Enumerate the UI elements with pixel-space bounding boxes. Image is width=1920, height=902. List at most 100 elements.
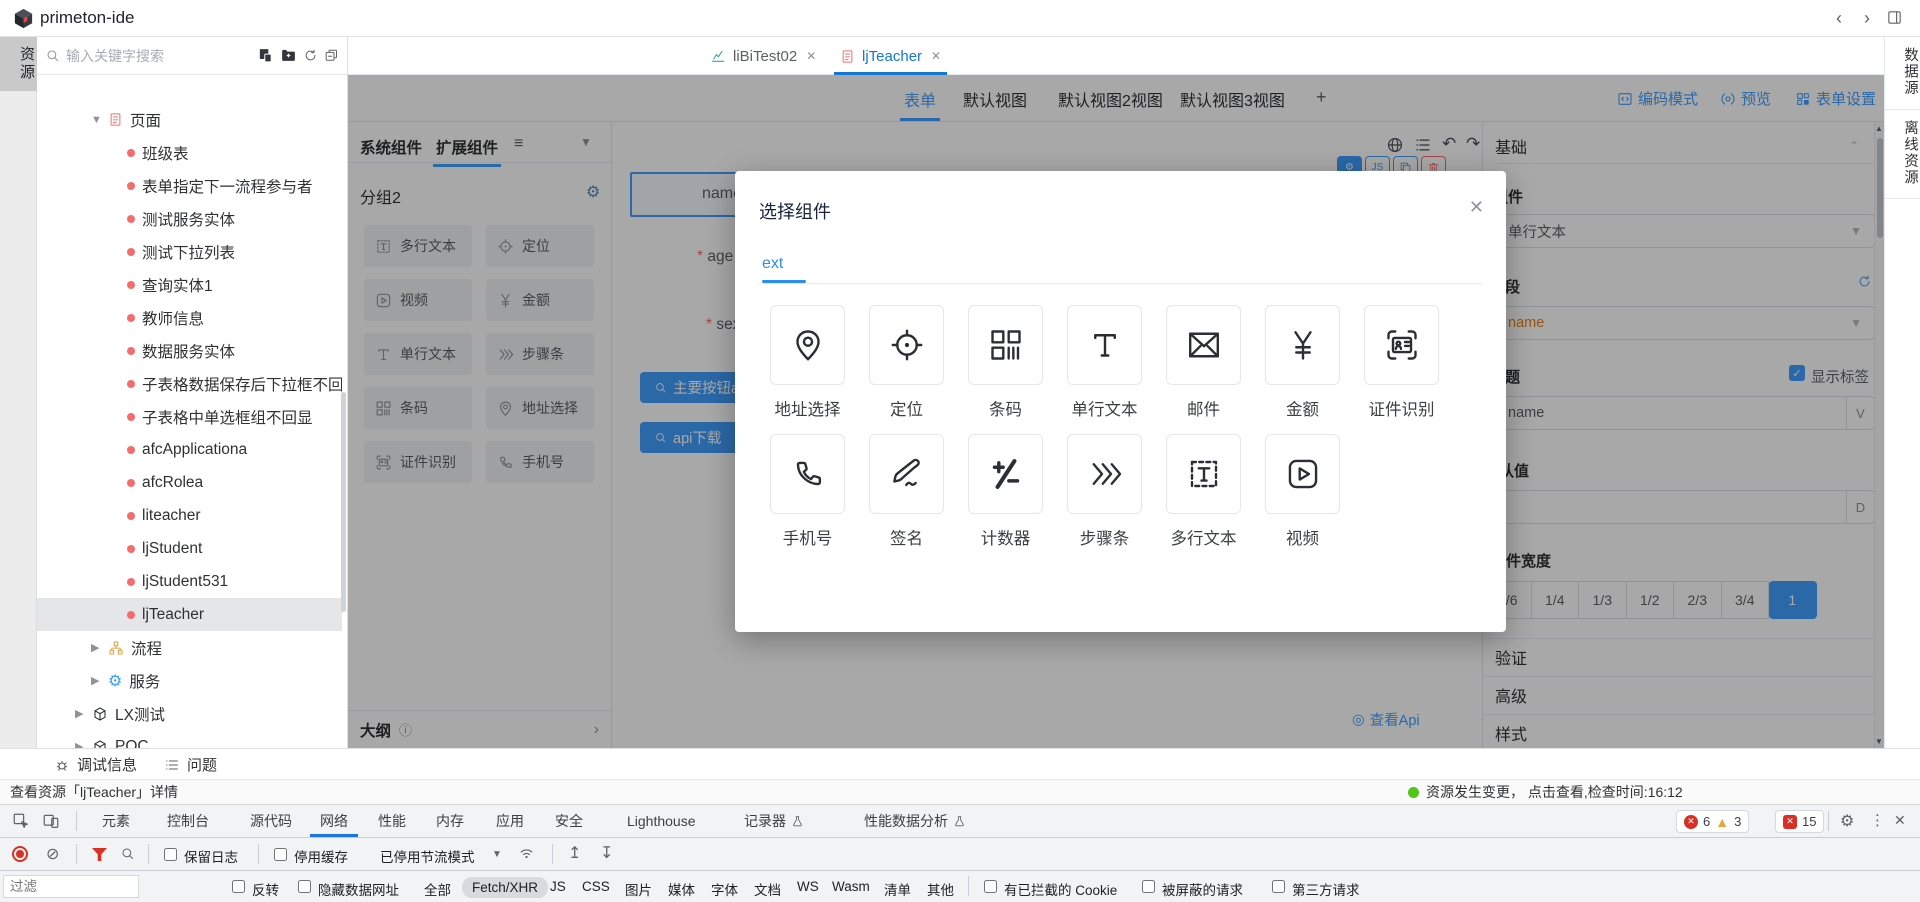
blocked-cookies-checkbox[interactable] <box>984 880 997 893</box>
filter-type-js[interactable]: JS <box>550 879 566 894</box>
record-icon[interactable] <box>12 846 28 862</box>
invert-label[interactable]: 反转 <box>252 879 279 899</box>
network-conditions-icon[interactable] <box>518 845 535 862</box>
devtools-tab-performance[interactable]: 性能 <box>376 805 408 837</box>
tree-item-process[interactable]: ▶ 流程 <box>37 631 342 664</box>
refresh-icon[interactable] <box>303 48 318 63</box>
tile-address-select[interactable]: 地址选择 <box>770 305 845 420</box>
preserve-log-checkbox[interactable] <box>164 848 177 861</box>
caret-right-icon[interactable]: ▶ <box>91 674 101 687</box>
console-errors-warnings-badge[interactable]: ✕ 6 ▲ 3 <box>1676 810 1749 833</box>
clear-icon[interactable]: ⊘ <box>46 844 59 864</box>
network-filter-input[interactable] <box>3 875 139 898</box>
devtools-tab-memory[interactable]: 内存 <box>434 805 466 837</box>
tile-textarea[interactable]: 多行文本 <box>1166 434 1241 549</box>
dialog-tab-ext[interactable]: ext <box>762 255 783 273</box>
tile-amount[interactable]: 金额 <box>1265 305 1340 420</box>
issues-badge[interactable]: ✕ 15 <box>1775 810 1824 833</box>
tree-item[interactable]: afcApplicationa <box>37 433 342 466</box>
filter-type-fetch-xhr-selected[interactable]: Fetch/XHR <box>462 877 548 898</box>
filter-type-css[interactable]: CSS <box>582 879 610 894</box>
editor-tab-libitest02[interactable]: liBiTest02 ✕ <box>700 37 826 75</box>
new-folder-icon[interactable] <box>280 47 297 64</box>
caret-right-icon[interactable]: ▶ <box>91 641 101 654</box>
device-toolbar-icon[interactable] <box>42 812 60 830</box>
devtools-tab-sources[interactable]: 源代码 <box>248 805 294 837</box>
devtools-tab-lighthouse[interactable]: Lighthouse <box>625 805 698 837</box>
window-layout-icon[interactable] <box>1886 9 1903 26</box>
filter-funnel-icon[interactable] <box>92 848 107 861</box>
collapse-all-icon[interactable] <box>324 48 339 63</box>
caret-down-icon[interactable]: ▼ <box>492 849 502 860</box>
filter-type-other[interactable]: 其他 <box>927 879 954 899</box>
close-tab-icon[interactable]: ✕ <box>806 49 816 63</box>
blocked-requests-label[interactable]: 被屏蔽的请求 <box>1162 879 1243 899</box>
tree-item-folder[interactable]: ▼ 页面 <box>37 103 342 136</box>
export-har-icon[interactable]: ↧ <box>600 843 613 863</box>
devtools-tab-performance-insights[interactable]: 性能数据分析 <box>862 805 968 837</box>
tree-item-selected[interactable]: ljTeacher <box>37 598 342 631</box>
tile-counter[interactable]: 计数器 <box>968 434 1043 549</box>
tile-idcard[interactable]: 证件识别 <box>1364 305 1439 420</box>
right-tab-datasource[interactable]: 数据源 <box>1885 37 1920 110</box>
tab-problems[interactable]: 问题 <box>164 749 217 780</box>
activity-tab-resources[interactable]: 资源 <box>0 37 37 91</box>
blocked-cookies-label[interactable]: 有已拦截的 Cookie <box>1004 879 1117 899</box>
close-tab-icon[interactable]: ✕ <box>931 49 941 63</box>
explorer-search-input[interactable] <box>66 48 251 64</box>
tree-item-project[interactable]: ▶ POC <box>37 730 342 748</box>
tree-item-project[interactable]: ▶ LX测试 <box>37 697 342 730</box>
devtools-tab-console[interactable]: 控制台 <box>165 805 211 837</box>
tree-item[interactable]: ljStudent <box>37 532 342 565</box>
tree-item[interactable]: 表单指定下一流程参与者 <box>37 169 342 202</box>
devtools-tab-application[interactable]: 应用 <box>494 805 526 837</box>
devtools-settings-gear-icon[interactable]: ⚙ <box>1840 811 1854 831</box>
filter-type-font[interactable]: 字体 <box>711 879 738 899</box>
filter-type-doc[interactable]: 文档 <box>754 879 781 899</box>
devtools-close-icon[interactable]: ✕ <box>1894 812 1906 829</box>
tile-phone[interactable]: 手机号 <box>770 434 845 549</box>
tile-steps[interactable]: 步骤条 <box>1067 434 1142 549</box>
tile-video[interactable]: 视频 <box>1265 434 1340 549</box>
tree-item[interactable]: 数据服务实体 <box>37 334 342 367</box>
devtools-tab-security[interactable]: 安全 <box>553 805 585 837</box>
kebab-menu-icon[interactable]: ⋮ <box>1870 811 1885 829</box>
tile-barcode[interactable]: 条码 <box>968 305 1043 420</box>
caret-right-icon[interactable]: ▶ <box>75 740 85 748</box>
preserve-log-label[interactable]: 保留日志 <box>184 846 238 866</box>
tree-item[interactable]: ljStudent531 <box>37 565 342 598</box>
filter-type-manifest[interactable]: 清单 <box>884 879 911 899</box>
tile-mail[interactable]: 邮件 <box>1166 305 1241 420</box>
filter-type-all[interactable]: 全部 <box>424 879 451 899</box>
filter-type-img[interactable]: 图片 <box>625 879 652 899</box>
search-icon[interactable] <box>120 846 135 861</box>
tree-item[interactable]: 查询实体1 <box>37 268 342 301</box>
import-export-icon[interactable] <box>257 47 274 64</box>
right-tab-offline[interactable]: 离线资源 <box>1885 110 1920 199</box>
nav-forward-icon[interactable]: › <box>1854 8 1880 29</box>
invert-checkbox[interactable] <box>232 880 245 893</box>
hide-data-urls-label[interactable]: 隐藏数据网址 <box>318 879 399 899</box>
tree-item[interactable]: 子表格中单选框组不回显 <box>37 400 342 433</box>
devtools-tab-recorder[interactable]: 记录器 <box>742 805 806 837</box>
tile-signature[interactable]: 签名 <box>869 434 944 549</box>
tree-item[interactable]: afcRolea <box>37 466 342 499</box>
throttling-select[interactable]: 已停用节流模式 <box>380 846 475 866</box>
tree-item[interactable]: 测试服务实体 <box>37 202 342 235</box>
devtools-tab-elements[interactable]: 元素 <box>100 805 132 837</box>
filter-type-wasm[interactable]: Wasm <box>832 879 870 894</box>
caret-right-icon[interactable]: ▶ <box>75 707 85 720</box>
tree-item[interactable]: 测试下拉列表 <box>37 235 342 268</box>
hide-data-urls-checkbox[interactable] <box>298 880 311 893</box>
tile-locate[interactable]: 定位 <box>869 305 944 420</box>
third-party-checkbox[interactable] <box>1272 880 1285 893</box>
import-har-icon[interactable]: ↥ <box>568 843 581 863</box>
tree-item[interactable]: liteacher <box>37 499 342 532</box>
disable-cache-label[interactable]: 停用缓存 <box>294 846 348 866</box>
filter-type-ws[interactable]: WS <box>797 879 819 894</box>
filter-type-media[interactable]: 媒体 <box>668 879 695 899</box>
inspect-element-icon[interactable] <box>12 812 30 830</box>
status-left-text[interactable]: 查看资源「ljTeacher」详情 <box>10 782 178 802</box>
tab-debug-info[interactable]: 调试信息 <box>54 749 137 780</box>
tree-item[interactable]: 子表格数据保存后下拉框不回显 <box>37 367 342 400</box>
